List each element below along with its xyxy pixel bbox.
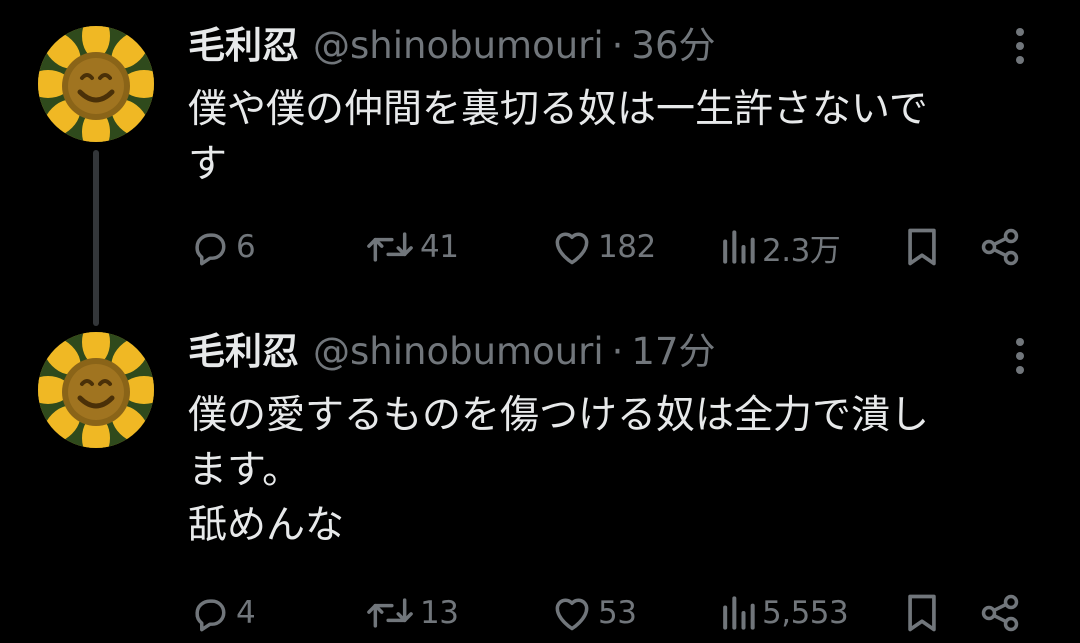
reply-icon [195, 599, 226, 632]
views-chart-icon [723, 596, 755, 630]
retweet-button[interactable]: 13 [364, 588, 459, 638]
bookmark-icon [908, 594, 936, 632]
display-name[interactable]: 毛利忍 [188, 328, 299, 376]
views-button[interactable]: 2.3万 [718, 222, 841, 272]
tweet-text-line: す [188, 142, 228, 187]
avatar[interactable] [38, 332, 154, 448]
tweet-text-line: ます。 [188, 448, 302, 493]
tweet[interactable]: 毛利忍 @shinobumouri · 36分 僕や僕の仲間を裏切る奴は一生許さ… [0, 0, 1080, 326]
more-vertical-icon[interactable] [1006, 334, 1034, 378]
tweet-text: 僕や僕の仲間を裏切る奴は一生許さないで す [188, 82, 1018, 192]
tweet[interactable]: 毛利忍 @shinobumouri · 17分 僕の愛するものを傷つける奴は全力… [0, 318, 1080, 643]
heart-icon [555, 232, 589, 265]
reply-button[interactable]: 4 [188, 588, 256, 638]
views-button[interactable]: 5,553 [718, 588, 849, 638]
tweet-text-line: 僕の愛するものを傷つける奴は全力で潰し [188, 393, 930, 438]
like-button[interactable]: 182 [550, 222, 656, 272]
more-vertical-icon[interactable] [1006, 24, 1034, 68]
reply-count: 6 [236, 229, 256, 265]
reply-button[interactable]: 6 [188, 222, 256, 272]
thread-connector-line [93, 150, 99, 326]
reply-count: 4 [236, 595, 256, 631]
view-count: 5,553 [762, 595, 849, 631]
tweet-actions: 6 41 182 2.3万 [188, 222, 1028, 272]
view-count: 2.3万 [762, 232, 841, 269]
tweet-header: 毛利忍 @shinobumouri · 36分 [188, 22, 716, 70]
separator-dot: · [611, 24, 624, 67]
retweet-count: 41 [420, 229, 459, 265]
tweet-text-line: 僕や僕の仲間を裏切る奴は一生許さないで [188, 87, 928, 132]
share-icon [981, 594, 1019, 632]
avatar[interactable] [38, 26, 154, 142]
user-handle[interactable]: @shinobumouri [313, 328, 604, 376]
tweet-header: 毛利忍 @shinobumouri · 17分 [188, 328, 716, 376]
share-button[interactable] [978, 588, 1022, 638]
user-handle[interactable]: @shinobumouri [313, 22, 604, 70]
bookmark-button[interactable] [900, 222, 944, 272]
tweet-text-line: 舐めんな [188, 503, 345, 548]
separator-dot: · [611, 330, 624, 373]
reply-icon [195, 233, 226, 266]
retweet-icon [367, 598, 413, 628]
heart-icon [555, 598, 589, 631]
sunflower-avatar-icon [38, 26, 154, 142]
like-button[interactable]: 53 [550, 588, 637, 638]
bookmark-button[interactable] [900, 588, 944, 638]
share-icon [981, 228, 1019, 266]
timestamp[interactable]: 17分 [631, 328, 715, 376]
retweet-icon [367, 232, 413, 262]
like-count: 53 [598, 595, 637, 631]
retweet-button[interactable]: 41 [364, 222, 459, 272]
share-button[interactable] [978, 222, 1022, 272]
views-chart-icon [723, 230, 755, 264]
bookmark-icon [908, 228, 936, 266]
tweet-text: 僕の愛するものを傷つける奴は全力で潰し ます。 舐めんな [188, 388, 1018, 553]
retweet-count: 13 [420, 595, 459, 631]
tweet-actions: 4 13 53 5,553 [188, 588, 1028, 638]
timestamp[interactable]: 36分 [631, 22, 715, 70]
sunflower-avatar-icon [38, 332, 154, 448]
display-name[interactable]: 毛利忍 [188, 22, 299, 70]
like-count: 182 [598, 229, 656, 265]
